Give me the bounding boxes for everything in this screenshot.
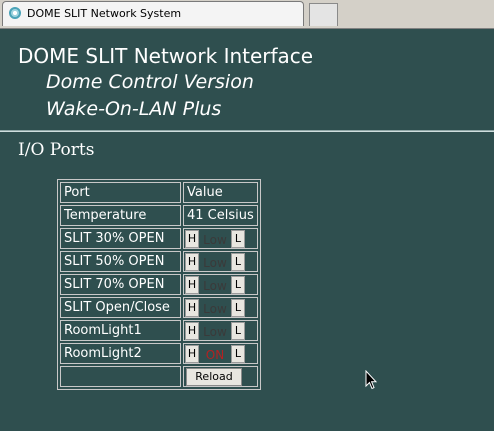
new-tab-button[interactable]: [309, 3, 338, 26]
set-low-button[interactable]: L: [231, 344, 245, 363]
port-state: ON: [205, 347, 225, 362]
port-state: Low: [203, 324, 227, 339]
empty-cell: [60, 366, 181, 387]
set-high-button[interactable]: H: [185, 229, 199, 248]
temperature-value: 41 Celsius: [183, 205, 258, 226]
port-state: Low: [203, 232, 227, 247]
tab-title: DOME SLIT Network System: [27, 7, 182, 20]
port-label-temperature: Temperature: [60, 205, 181, 226]
browser-tab[interactable]: DOME SLIT Network System: [2, 1, 304, 26]
reload-button[interactable]: Reload: [186, 367, 242, 386]
set-low-button[interactable]: L: [231, 252, 245, 271]
set-high-button[interactable]: H: [185, 252, 199, 271]
port-state: Low: [203, 278, 227, 293]
section-title-io-ports: I/O Ports: [18, 140, 95, 160]
table-row-slit-50: SLIT 50% OPEN H Low L: [60, 251, 258, 272]
table-row-slit-70: SLIT 70% OPEN H Low L: [60, 274, 258, 295]
port-label: RoomLight1: [60, 320, 181, 341]
mouse-pointer-icon: [365, 370, 377, 390]
port-state: Low: [203, 255, 227, 270]
page-favicon-icon: [9, 7, 21, 19]
port-state: Low: [203, 301, 227, 316]
table-row-reload: Reload: [60, 366, 258, 387]
table-row-roomlight2: RoomLight2 H ON L: [60, 343, 258, 364]
port-label: SLIT Open/Close: [60, 297, 181, 318]
io-ports-table: Port Value Temperature 41 Celsius SLIT 3…: [57, 179, 261, 390]
port-label: SLIT 50% OPEN: [60, 251, 181, 272]
set-low-button[interactable]: L: [231, 321, 245, 340]
table-row-slit-30: SLIT 30% OPEN H Low L: [60, 228, 258, 249]
table-header-row: Port Value: [60, 182, 258, 203]
set-high-button[interactable]: H: [185, 298, 199, 317]
column-header-port: Port: [60, 182, 181, 203]
port-label: SLIT 30% OPEN: [60, 228, 181, 249]
port-label: RoomLight2: [60, 343, 181, 364]
table-row-roomlight1: RoomLight1 H Low L: [60, 320, 258, 341]
set-high-button[interactable]: H: [185, 275, 199, 294]
set-high-button[interactable]: H: [185, 321, 199, 340]
subtitle-dome-control: Dome Control Version: [46, 71, 254, 93]
set-low-button[interactable]: L: [231, 275, 245, 294]
set-low-button[interactable]: L: [231, 229, 245, 248]
port-label: SLIT 70% OPEN: [60, 274, 181, 295]
column-header-value: Value: [183, 182, 258, 203]
subtitle-wake-on-lan: Wake-On-LAN Plus: [46, 98, 222, 120]
table-row-slit-open-close: SLIT Open/Close H Low L: [60, 297, 258, 318]
set-high-button[interactable]: H: [185, 344, 199, 363]
set-low-button[interactable]: L: [231, 298, 245, 317]
horizontal-divider: [0, 130, 494, 132]
page-title: DOME SLIT Network Interface: [18, 44, 314, 68]
browser-tab-strip: DOME SLIT Network System: [0, 0, 494, 29]
table-row-temperature: Temperature 41 Celsius: [60, 205, 258, 226]
